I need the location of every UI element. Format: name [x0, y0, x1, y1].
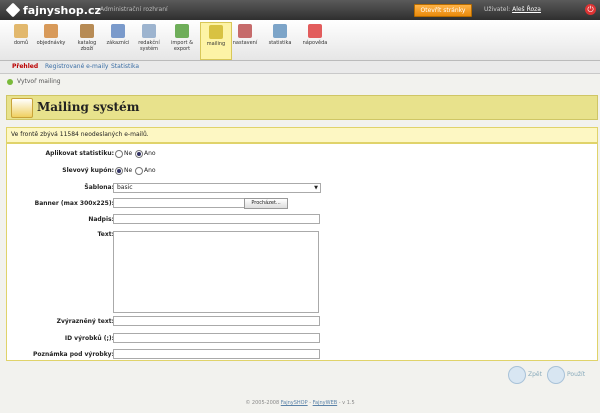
main-toolbar: domů objednávky katalog zboží zákazníci reda… — [0, 20, 600, 61]
back-arrow-icon — [508, 366, 526, 384]
page-header: Mailing systém — [6, 95, 598, 120]
checkmark-icon — [547, 366, 565, 384]
footer-shop-link[interactable]: FajnySHOP — [281, 400, 308, 406]
logout-icon[interactable]: ⏻ — [585, 4, 596, 15]
note-row: Poznámka pod výrobky: — [7, 347, 597, 363]
orders-icon — [44, 24, 58, 38]
page-title: Mailing systém — [37, 100, 140, 114]
discount-coupon-row: Slevový kupón: Ne Ano — [62, 167, 156, 175]
back-button[interactable]: Zpět — [508, 366, 548, 384]
coupon-yes-radio[interactable] — [135, 167, 143, 175]
toolbar-mailing[interactable]: mailing — [200, 22, 232, 60]
browse-button[interactable]: Procházet... — [244, 198, 288, 209]
heading-row: Nadpis: — [7, 212, 597, 228]
footer-web-link[interactable]: FajnyWEB — [313, 400, 338, 406]
settings-icon — [238, 24, 252, 38]
admin-label: Administrační rozhraní — [100, 6, 168, 13]
toolbar-orders[interactable]: objednávky — [36, 22, 66, 58]
product-ids-input[interactable] — [113, 333, 320, 343]
breadcrumb-icon — [7, 79, 13, 85]
apply-stats-row: Aplikovat statistiku: Ne Ano — [45, 150, 156, 158]
highlight-input[interactable] — [113, 316, 320, 326]
note-input[interactable] — [113, 349, 320, 359]
home-icon — [14, 24, 28, 38]
user-link[interactable]: Aleš Řoza — [512, 6, 541, 13]
subnav-item[interactable]: Statistika — [111, 63, 139, 70]
user-info: Uživatel: Aleš Řoza — [484, 6, 541, 13]
template-select[interactable]: basic ▼ — [113, 183, 321, 193]
highlight-row: Zvýrazněný text: — [7, 314, 597, 330]
mailing-icon — [11, 98, 33, 118]
logo-icon — [5, 2, 21, 18]
breadcrumb: Vytvoř mailing — [0, 78, 600, 87]
apply-stats-no-radio[interactable] — [115, 150, 123, 158]
catalog-icon — [80, 24, 94, 38]
stats-icon — [273, 24, 287, 38]
open-site-button[interactable]: Otevřít stránky — [414, 4, 472, 17]
import-export-icon — [175, 24, 189, 38]
top-bar: fajnyshop.cz Administrační rozhraní Otev… — [0, 0, 600, 20]
toolbar-cms[interactable]: redakční systém — [134, 22, 164, 58]
subnav-item[interactable]: Přehled — [12, 63, 38, 70]
cms-icon — [142, 24, 156, 38]
apply-stats-yes-radio[interactable] — [135, 150, 143, 158]
template-row: Šablona: basic ▼ — [7, 180, 597, 196]
queue-notice: Ve frontě zbývá 11584 neodeslaných e-mai… — [6, 127, 598, 143]
toolbar-customers[interactable]: zákazníci — [103, 22, 133, 58]
footer: © 2005-2008 FajnySHOP - FajnyWEB - v 1.5 — [245, 400, 355, 406]
mailing-icon — [209, 25, 223, 39]
help-icon — [308, 24, 322, 38]
toolbar-settings[interactable]: nastavení — [230, 22, 260, 58]
text-row: Text: — [7, 227, 597, 315]
sub-navigation: Přehled Registrované e-maily Statistika — [0, 61, 600, 74]
banner-row: Banner (max 300x225): Procházet... — [7, 196, 597, 212]
heading-input[interactable] — [113, 214, 320, 224]
toolbar-catalog[interactable]: katalog zboží — [72, 22, 102, 58]
logo[interactable]: fajnyshop.cz — [5, 2, 101, 18]
toolbar-help[interactable]: nápověda — [300, 22, 330, 58]
coupon-no-radio[interactable] — [115, 167, 123, 175]
chevron-down-icon: ▼ — [314, 185, 318, 191]
text-textarea[interactable] — [113, 231, 319, 313]
toolbar-stats[interactable]: statistika — [265, 22, 295, 58]
mailing-form: Aplikovat statistiku: Ne Ano Slevový kup… — [6, 143, 598, 361]
use-button[interactable]: Použít — [547, 366, 592, 384]
toolbar-home[interactable]: domů — [6, 22, 36, 58]
banner-file-input[interactable] — [113, 198, 245, 208]
product-ids-row: ID výrobků (;): — [7, 331, 597, 347]
customers-icon — [111, 24, 125, 38]
toolbar-import-export[interactable]: import & export — [167, 22, 197, 58]
subnav-item[interactable]: Registrované e-maily — [45, 63, 108, 70]
